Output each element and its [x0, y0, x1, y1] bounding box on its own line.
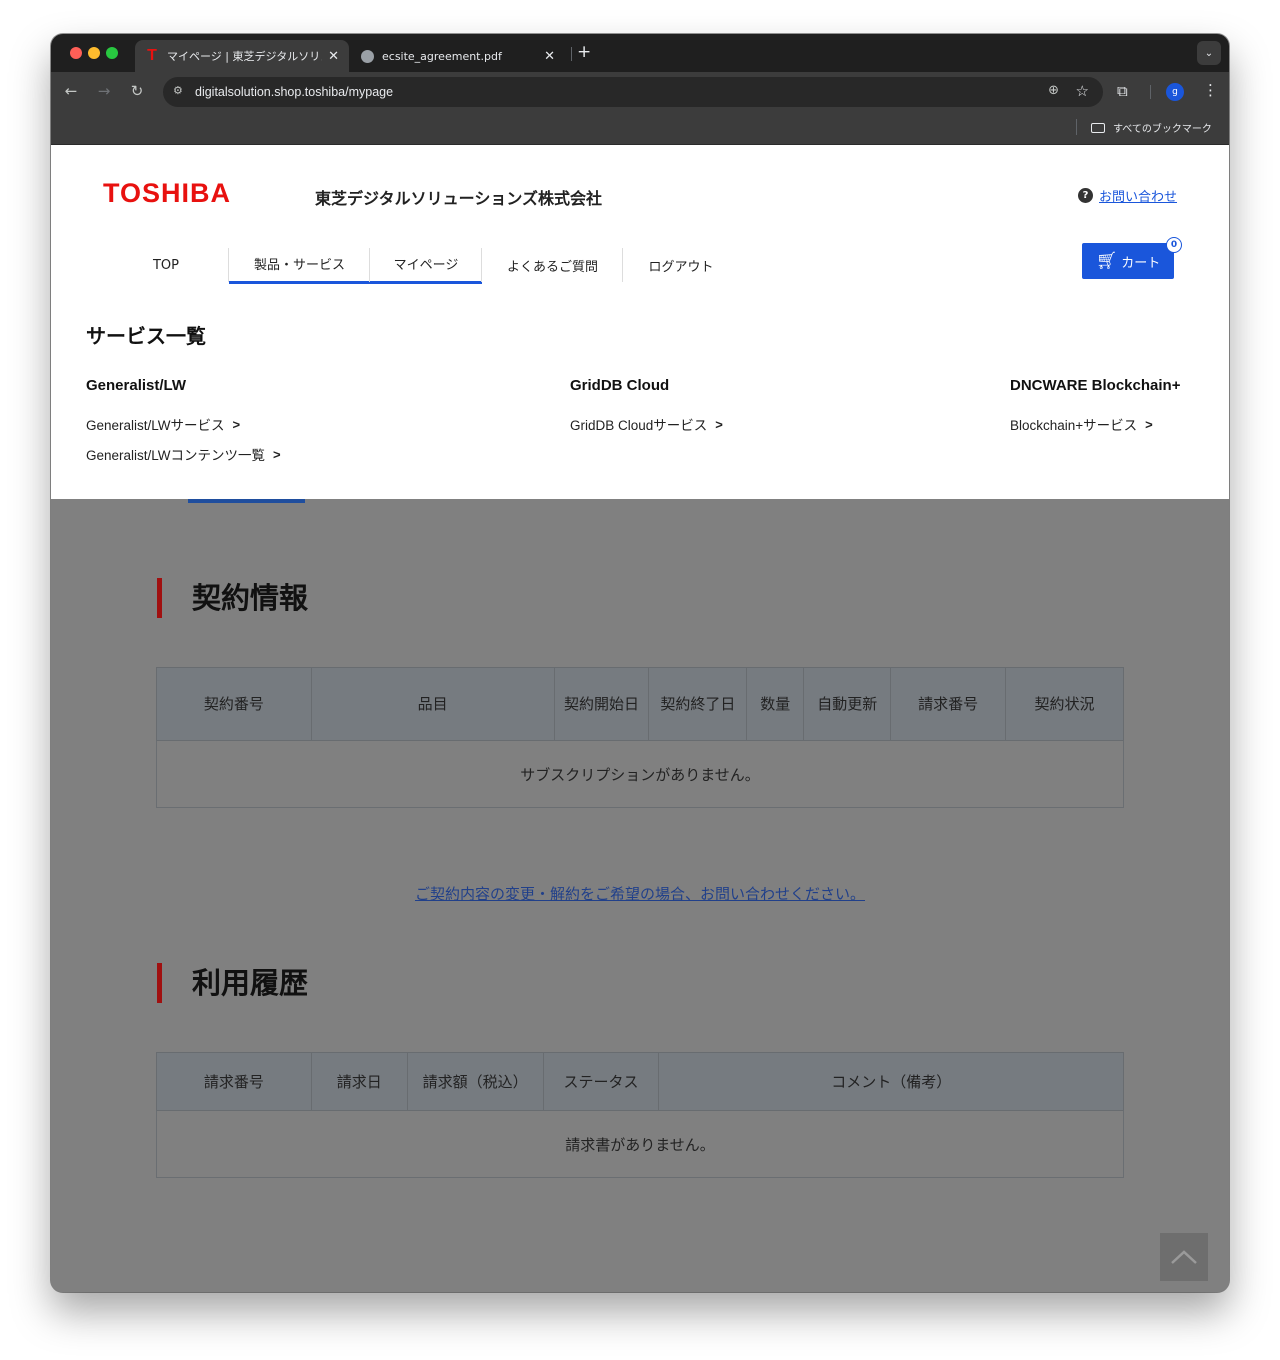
global-nav: TOP 製品・サービス マイページ よくあるご質問 ログアウト: [103, 246, 739, 284]
active-tab-indicator: [188, 499, 305, 503]
chevron-right-icon: >: [273, 446, 281, 462]
tab-search-chevron-icon[interactable]: ⌄: [1197, 41, 1221, 65]
folder-icon: [1091, 122, 1105, 133]
column-header: 契約開始日: [553, 667, 650, 741]
chevron-right-icon: >: [232, 416, 241, 432]
column-header: 数量: [746, 667, 805, 741]
page-content: TOSHIBA 東芝デジタルソリューションズ株式会社 ? お問い合わせ TOP …: [51, 145, 1229, 1292]
service-heading: GridDB Cloud: [570, 377, 670, 394]
browser-window: T マイページ | 東芝デジタルソリュ ✕ ecsite_agreement.p…: [51, 34, 1229, 1292]
column-header: コメント（備考）: [658, 1052, 1124, 1111]
toshiba-favicon-icon: T: [147, 47, 157, 64]
service-link-generalist-lw[interactable]: Generalist/LWサービス >: [86, 414, 281, 434]
contact-link[interactable]: ? お問い合わせ: [1078, 186, 1177, 205]
nav-logout[interactable]: ログアウト: [623, 246, 739, 284]
site-header: TOSHIBA 東芝デジタルソリューションズ株式会社 ? お問い合わせ TOP …: [51, 145, 1229, 499]
column-header: 契約状況: [1005, 667, 1124, 741]
usage-table: 請求番号 請求日 請求額（税込） ステータス コメント（備考） 請求書がありませ…: [156, 1052, 1124, 1178]
site-settings-icon[interactable]: ⚙: [173, 84, 183, 97]
address-bar[interactable]: ⚙ digitalsolution.shop.toshiba/mypage ⊕ …: [163, 77, 1103, 107]
cart-icon: 🛒︎: [1095, 251, 1118, 271]
column-header: 契約番号: [156, 667, 312, 741]
service-link-griddb-cloud[interactable]: GridDB Cloudサービス >: [570, 414, 723, 434]
service-link-blockchain[interactable]: Blockchain+サービス >: [1010, 414, 1180, 434]
column-header: 請求番号: [890, 667, 1007, 741]
all-bookmarks-label: すべてのブックマーク: [1113, 124, 1212, 135]
empty-message: 請求書がありません。: [156, 1110, 1124, 1178]
notice-label: ご契約内容の変更・解約をご希望の場合、お問い合わせください。: [414, 885, 865, 903]
forward-arrow-icon[interactable]: →: [94, 82, 114, 100]
bookmark-separator: [1076, 119, 1077, 135]
column-header: 請求額（税込）: [406, 1052, 544, 1111]
service-link-label: Blockchain+サービス: [1010, 418, 1138, 433]
tab-mypage[interactable]: T マイページ | 東芝デジタルソリュ ✕: [135, 40, 349, 72]
toolbar-divider: [1150, 85, 1151, 99]
close-window-button[interactable]: [70, 47, 82, 59]
cart-button[interactable]: 🛒︎ カート 0: [1082, 237, 1182, 279]
all-bookmarks-button[interactable]: すべてのブックマーク: [1091, 120, 1212, 135]
contract-section-title: 契約情報: [157, 578, 308, 618]
tab-agreement-pdf[interactable]: ecsite_agreement.pdf ✕: [351, 40, 565, 72]
bookmark-star-icon[interactable]: ☆: [1076, 82, 1089, 100]
column-header: ステータス: [542, 1052, 660, 1111]
question-icon: ?: [1078, 188, 1093, 203]
minimize-window-button[interactable]: [88, 47, 100, 59]
browser-menu-icon[interactable]: ⋮: [1203, 81, 1218, 99]
back-arrow-icon[interactable]: ←: [61, 82, 81, 100]
empty-message: サブスクリプションがありません。: [156, 740, 1124, 808]
extensions-icon[interactable]: ⧉: [1117, 82, 1128, 100]
chevron-right-icon: >: [1145, 416, 1153, 432]
nav-faq[interactable]: よくあるご質問: [482, 246, 623, 284]
column-header: 請求番号: [156, 1052, 312, 1111]
service-column-blockchain: DNCWARE Blockchain+ Blockchain+サービス >: [1010, 377, 1180, 444]
profile-avatar[interactable]: g: [1166, 83, 1184, 101]
contract-change-notice-link[interactable]: ご契約内容の変更・解約をご希望の場合、お問い合わせください。: [51, 883, 1229, 904]
service-link-label: GridDB Cloudサービス: [570, 418, 708, 433]
cart-count-badge: 0: [1166, 237, 1182, 253]
column-header: 契約終了日: [648, 667, 748, 741]
column-header: 請求日: [310, 1052, 408, 1111]
nav-products-services[interactable]: 製品・サービス: [229, 246, 370, 284]
reload-icon[interactable]: ↻: [127, 82, 147, 100]
services-title: サービス一覧: [86, 324, 206, 348]
contract-table: 契約番号 品目 契約開始日 契約終了日 数量 自動更新 請求番号 契約状況 サブ…: [156, 667, 1124, 808]
tab-close-icon[interactable]: ✕: [544, 49, 555, 64]
chevron-up-icon: [1171, 1250, 1197, 1264]
company-name: 東芝デジタルソリューションズ株式会社: [315, 189, 603, 208]
service-column-griddb: GridDB Cloud GridDB Cloudサービス >: [570, 377, 723, 444]
tab-separator: [571, 47, 572, 61]
browser-toolbar: ← → ↻ ⚙ digitalsolution.shop.toshiba/myp…: [51, 72, 1229, 112]
service-heading: DNCWARE Blockchain+: [1010, 377, 1181, 394]
new-tab-button[interactable]: +: [577, 42, 591, 62]
service-column-generalist: Generalist/LW Generalist/LWサービス > General…: [86, 377, 281, 474]
tab-title: ecsite_agreement.pdf: [382, 49, 502, 63]
service-link-label: Generalist/LWサービス: [86, 418, 225, 433]
bookmark-bar: すべてのブックマーク: [51, 112, 1229, 145]
toshiba-logo[interactable]: TOSHIBA: [103, 178, 231, 209]
column-header: 自動更新: [803, 667, 892, 741]
zoom-icon[interactable]: ⊕: [1048, 83, 1059, 98]
globe-favicon-icon: [361, 49, 374, 63]
service-link-label: Generalist/LWコンテンツ一覧: [86, 448, 266, 463]
contact-label: お問い合わせ: [1099, 190, 1178, 205]
nav-mypage[interactable]: マイページ: [370, 246, 482, 284]
service-heading: Generalist/LW: [86, 377, 187, 394]
tab-bar: T マイページ | 東芝デジタルソリュ ✕ ecsite_agreement.p…: [51, 34, 1229, 72]
service-link-generalist-contents[interactable]: Generalist/LWコンテンツ一覧 >: [86, 444, 281, 464]
chevron-right-icon: >: [715, 416, 723, 432]
scroll-to-top-button[interactable]: [1160, 1233, 1208, 1281]
usage-section-title: 利用履歴: [157, 963, 308, 1003]
column-header: 品目: [310, 667, 555, 741]
nav-top[interactable]: TOP: [103, 246, 229, 284]
tab-close-icon[interactable]: ✕: [328, 49, 339, 64]
url-text: digitalsolution.shop.toshiba/mypage: [195, 85, 394, 99]
maximize-window-button[interactable]: [106, 47, 118, 59]
tab-title: マイページ | 東芝デジタルソリュ: [167, 50, 323, 63]
cart-label: カート: [1121, 255, 1161, 271]
